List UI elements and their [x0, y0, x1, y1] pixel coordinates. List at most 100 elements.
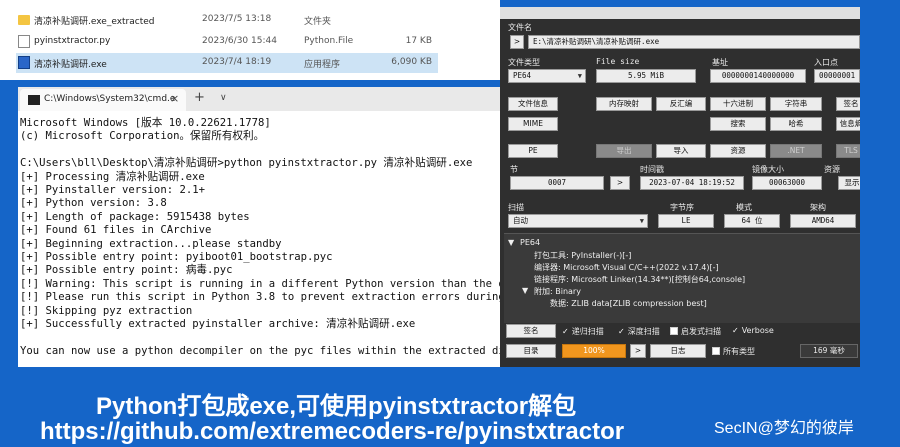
tree-node-linker[interactable]: 链接程序: Microsoft Linker(14.34**)[控制台64,co…	[534, 274, 745, 285]
scan-result-tree: ▼ PE64 打包工具: PyInstaller(-)[-] 编译器: Micr…	[504, 233, 860, 323]
window-titlebar	[500, 7, 860, 19]
entropy-button[interactable]: 信息熵	[836, 117, 860, 131]
resource-show-button[interactable]: 显示	[838, 176, 860, 190]
entry-point-value[interactable]: 00000001	[814, 69, 860, 83]
file-name: 清凉补贴调研.exe	[34, 60, 107, 70]
file-name-label: 文件名	[508, 23, 532, 32]
add-tab-icon[interactable]: +	[194, 90, 205, 105]
image-size-label: 镜像大小	[752, 165, 784, 174]
console-line: [+] Processing 清凉补贴调研.exe	[20, 170, 205, 183]
disassembly-button[interactable]: 反汇编	[656, 97, 706, 111]
tree-node-overlay[interactable]: 附加: Binary	[534, 286, 581, 297]
caption-title: Python打包成exe,可使用pyinstxtractor解包	[96, 393, 577, 420]
file-info-button[interactable]: 文件信息	[508, 97, 558, 111]
terminal-tab-bar: C:\Windows\System32\cmd.e × + ∨	[18, 87, 502, 111]
export-button: 导出	[596, 144, 652, 158]
deep-scan-checkbox[interactable]: ✓ 深度扫描	[618, 326, 660, 337]
tls-button: TLS	[836, 144, 860, 158]
console-output[interactable]: Microsoft Windows [版本 10.0.22621.1778] (c…	[18, 117, 502, 358]
exe-file-icon	[18, 56, 30, 69]
file-type: 文件夹	[304, 17, 332, 27]
console-line: [+] Length of package: 5915438 bytes	[20, 210, 250, 223]
all-types-label: 所有类型	[723, 347, 755, 356]
file-type: Python.File	[304, 36, 354, 46]
console-line: [+] Beginning extraction...please standb…	[20, 237, 282, 250]
directory-button[interactable]: 目录	[506, 344, 556, 358]
chevron-down-icon: ▼	[639, 217, 644, 225]
memory-map-button[interactable]: 内存映射	[596, 97, 652, 111]
section-label: 节	[510, 165, 518, 174]
endian-label: 字节序	[670, 203, 694, 212]
base-address-value[interactable]: 0000000140000000	[710, 69, 806, 83]
console-line: [!] Please run this script in Python 3.8…	[20, 291, 502, 304]
mode-value: 64 位	[724, 214, 780, 228]
watermark: SecIN@梦幻的彼岸	[714, 420, 854, 437]
signature-button[interactable]: 签名	[506, 324, 556, 338]
file-size: 6,090 KB	[391, 57, 432, 67]
tree-node-data[interactable]: 数据: ZLIB data[ZLIB compression best]	[550, 298, 707, 309]
heuristic-scan-label: 启发式扫描	[681, 327, 721, 336]
tree-expand-icon[interactable]: ▼	[508, 238, 514, 247]
hex-button[interactable]: 十六进制	[710, 97, 766, 111]
log-button[interactable]: 日志	[650, 344, 706, 358]
cmd-icon	[28, 95, 40, 105]
tree-node-packer[interactable]: 打包工具: PyInstaller(-)[-]	[534, 250, 631, 261]
mime-button[interactable]: MIME	[508, 117, 558, 131]
search-button[interactable]: 搜索	[710, 117, 766, 131]
console-line: [+] Possible entry point: pyiboot01_boot…	[20, 251, 333, 264]
scan-progress-bar: 100%	[562, 344, 626, 358]
strings-button[interactable]: 字符串	[770, 97, 822, 111]
file-row-pyinstxtractor[interactable]: pyinstxtractor.py 2023/6/30 15:44 Python…	[16, 32, 438, 52]
checkbox-empty-icon	[670, 327, 678, 335]
caption-url: https://github.com/extremecoders-re/pyin…	[40, 418, 625, 445]
console-line: [+] Found 61 files in CArchive	[20, 224, 212, 237]
import-button[interactable]: 导入	[656, 144, 706, 158]
hash-button[interactable]: 哈希	[770, 117, 822, 131]
scan-mode-value: 自动	[513, 216, 528, 225]
resources-button[interactable]: 资源	[710, 144, 766, 158]
file-row-exe[interactable]: 清凉补贴调研.exe 2023/7/4 18:19 应用程序 6,090 KB	[16, 53, 438, 73]
mode-label: 模式	[736, 203, 752, 212]
file-date: 2023/7/4 18:19	[202, 57, 272, 67]
check-icon: ✓	[732, 326, 739, 335]
file-explorer-list: 清凉补贴调研.exe_extracted 2023/7/5 13:18 文件夹 …	[0, 0, 500, 80]
chevron-down-icon[interactable]: ∨	[220, 93, 227, 103]
entry-point-label: 入口点	[814, 58, 838, 67]
signatures-button[interactable]: 签名	[836, 97, 860, 111]
terminal-tab[interactable]: C:\Windows\System32\cmd.e ×	[20, 89, 186, 111]
arch-label: 架构	[810, 203, 826, 212]
progress-next-button[interactable]: >	[630, 344, 646, 358]
file-date: 2023/6/30 15:44	[202, 36, 277, 46]
scan-mode-select[interactable]: 自动 ▼	[508, 214, 648, 228]
section-open-button[interactable]: >	[610, 176, 630, 190]
console-line: [+] Pyinstaller version: 2.1+	[20, 184, 205, 197]
recursive-scan-checkbox[interactable]: ✓ 递归扫描	[562, 326, 604, 337]
terminal-tab-title: C:\Windows\System32\cmd.e	[44, 94, 176, 104]
tree-node-pe64[interactable]: PE64	[520, 238, 540, 247]
console-line: [+] Successfully extracted pyinstaller a…	[20, 318, 416, 331]
all-types-checkbox[interactable]: 所有类型	[712, 346, 755, 357]
file-size-value: 5.95 MiB	[596, 69, 696, 83]
elapsed-time: 169 毫秒	[800, 344, 858, 358]
verbose-checkbox[interactable]: ✓ Verbose	[732, 326, 774, 335]
close-icon[interactable]: ×	[170, 92, 179, 105]
file-type-select[interactable]: PE64 ▼	[508, 69, 586, 83]
tree-node-compiler[interactable]: 编译器: Microsoft Visual C/C++(2022 v.17.4)…	[534, 262, 719, 273]
folder-icon	[18, 15, 30, 25]
file-path-field[interactable]: E:\清凉补贴调研\清凉补贴调研.exe	[528, 35, 860, 49]
pe-button[interactable]: PE	[508, 144, 558, 158]
file-date: 2023/7/5 13:18	[202, 14, 272, 24]
detect-it-easy-window: 文件名 > E:\清凉补贴调研\清凉补贴调研.exe 文件类型 PE64 ▼ F…	[500, 7, 860, 367]
tree-expand-icon[interactable]: ▼	[522, 286, 528, 295]
recursive-scan-label: 递归扫描	[571, 327, 604, 336]
file-row-extracted-folder[interactable]: 清凉补贴调研.exe_extracted 2023/7/5 13:18 文件夹	[16, 10, 438, 30]
file-name: 清凉补贴调研.exe_extracted	[34, 17, 155, 27]
file-type-value: PE64	[513, 71, 532, 80]
verbose-label: Verbose	[741, 326, 774, 335]
heuristic-scan-checkbox[interactable]: 启发式扫描	[670, 326, 721, 337]
checkbox-empty-icon	[712, 347, 720, 355]
file-type: 应用程序	[304, 60, 341, 70]
path-menu-button[interactable]: >	[510, 35, 524, 49]
base-address-label: 基址	[712, 58, 728, 67]
